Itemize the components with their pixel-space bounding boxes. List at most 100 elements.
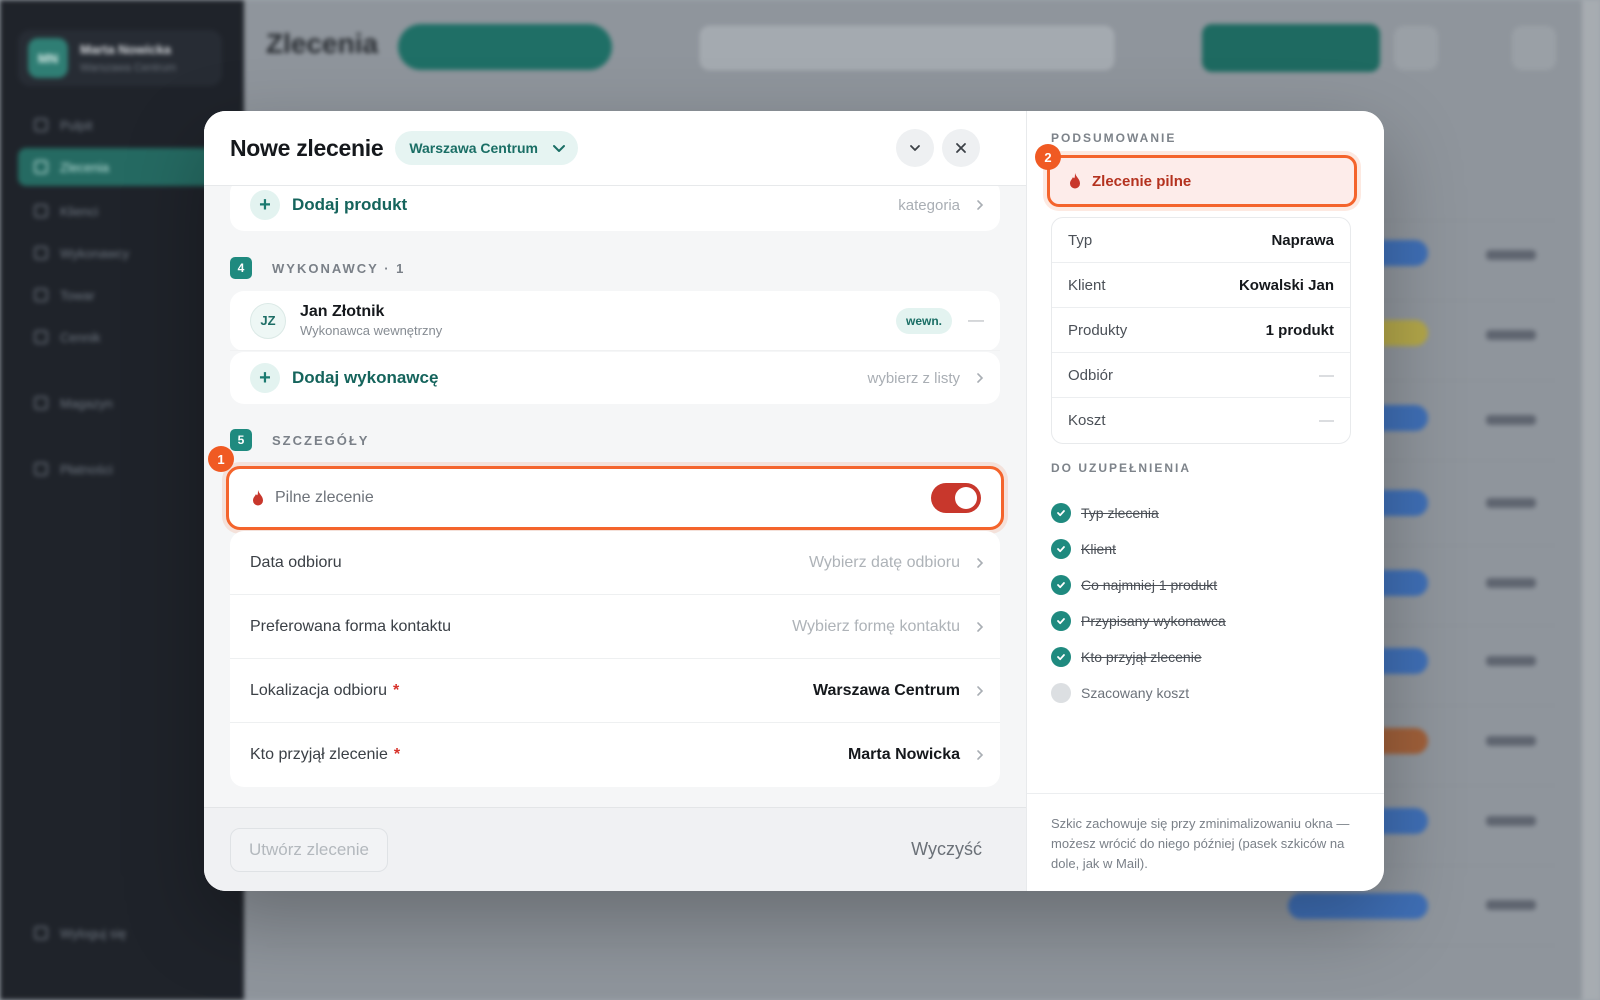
chevron-right-icon	[960, 372, 1000, 384]
create-order-button[interactable]: Utwórz zlecenie	[230, 827, 388, 872]
summary-key: Produkty	[1068, 321, 1128, 339]
summary-row: Koszt —	[1052, 398, 1350, 443]
price-cell	[1486, 736, 1536, 746]
page-scrollbar[interactable]	[1582, 0, 1600, 1000]
required-mark: *	[392, 681, 400, 699]
summary-row: Typ Naprawa	[1052, 218, 1350, 263]
worker-row[interactable]: JZ Jan Złotnik Wykonawca wewnętrzny wewn…	[230, 291, 1000, 351]
chevron-right-icon	[960, 557, 1000, 569]
todo-item: Szacowany koszt	[1051, 675, 1226, 711]
summary-value: 1 produkt	[1265, 321, 1334, 339]
chevron-right-icon	[960, 749, 1000, 761]
todo-text: Klient	[1081, 541, 1117, 557]
user-name: Marta Nowicka	[80, 42, 172, 57]
chevron-right-icon	[960, 621, 1000, 633]
section-number: 4	[230, 257, 252, 279]
avatar: MN	[28, 38, 68, 78]
summary-value: Naprawa	[1271, 231, 1334, 249]
todo-text: Szacowany koszt	[1081, 685, 1190, 701]
box-icon	[34, 288, 48, 302]
tag-icon	[34, 330, 48, 344]
summary-key: Typ	[1068, 231, 1093, 249]
details-card: Data odbioru Wybierz datę odbioru Prefer…	[230, 531, 1000, 787]
minimize-button[interactable]	[896, 129, 934, 167]
worker-name: Jan Złotnik	[300, 303, 385, 320]
location-select-value: Warszawa Centrum	[409, 140, 538, 156]
chevron-right-icon	[960, 685, 1000, 697]
worker-type-badge: wewn.	[895, 307, 952, 334]
check-icon	[1051, 575, 1071, 595]
plus-icon: +	[250, 190, 280, 220]
summary-key: Klient	[1068, 276, 1106, 294]
close-icon	[956, 143, 966, 153]
modal-title: Nowe zlecenie	[230, 134, 384, 161]
annotation-marker: 2	[1035, 144, 1061, 170]
remove-worker-button[interactable]: —	[952, 312, 1000, 330]
plus-icon: +	[250, 363, 280, 393]
new-order-button[interactable]	[1202, 24, 1380, 72]
detail-value: Marta Nowicka	[847, 746, 960, 763]
chevron-down-icon	[552, 145, 565, 152]
section-number: 5	[230, 429, 252, 451]
urgent-order-row[interactable]: Pilne zlecenie	[226, 466, 1004, 530]
user-icon[interactable]	[1512, 26, 1556, 70]
todo-item: Kto przyjął zlecenie	[1051, 639, 1226, 675]
todo-text: Co najmniej 1 produkt	[1081, 577, 1218, 593]
pickup-location-row[interactable]: Lokalizacja odbioru * Warszawa Centrum	[230, 659, 1000, 723]
section-label: WYKONAWCY · 1	[272, 260, 406, 276]
warehouse-icon	[34, 396, 48, 410]
logout-icon	[34, 926, 48, 940]
add-worker-button[interactable]: + Dodaj wykonawcę wybierz z listy	[230, 352, 1000, 404]
section-label: SZCZEGÓŁY	[272, 432, 370, 448]
todo-text: Typ zlecenia	[1081, 505, 1159, 521]
received-by-row[interactable]: Kto przyjął zlecenie * Marta Nowicka	[230, 723, 1000, 787]
summary-table: Typ Naprawa Klient Kowalski Jan Produkty 1 …	[1051, 217, 1351, 444]
user-location: Warszawa Centrum	[80, 62, 177, 74]
check-icon	[1051, 539, 1071, 559]
contact-form-row[interactable]: Preferowana forma kontaktu Wybierz formę…	[230, 595, 1000, 659]
pickup-date-row[interactable]: Data odbioru Wybierz datę odbioru	[230, 531, 1000, 595]
page-title: Zlecenia	[266, 28, 379, 59]
summary-row: Produkty 1 produkt	[1052, 308, 1350, 353]
detail-value: Warszawa Centrum	[813, 681, 960, 699]
urgent-toggle[interactable]	[931, 483, 981, 513]
annotation-marker: 1	[208, 446, 234, 472]
todo-text: Przypisany wykonawca	[1081, 613, 1226, 629]
location-selector[interactable]	[398, 24, 612, 70]
add-product-card: + Dodaj produkt kategoria	[230, 179, 1000, 231]
workers-card: JZ Jan Złotnik Wykonawca wewnętrzny wewn…	[230, 291, 1000, 351]
price-cell	[1486, 578, 1536, 588]
order-form: Nowe zlecenie Warszawa Centrum + Dodaj p…	[204, 111, 1026, 891]
logout-link[interactable]: Wyloguj się	[18, 914, 238, 952]
add-product-button[interactable]: + Dodaj produkt kategoria	[230, 179, 1000, 231]
detail-label: Kto przyjął zlecenie	[250, 746, 388, 763]
check-icon	[1051, 611, 1071, 631]
orders-icon	[34, 160, 48, 174]
price-cell	[1486, 498, 1536, 508]
calendar-icon[interactable]	[1394, 26, 1438, 70]
todo-item: Co najmniej 1 produkt	[1051, 567, 1226, 603]
modal-footer: Utwórz zlecenie Wyczyść	[204, 807, 1026, 891]
check-icon	[1051, 647, 1071, 667]
clear-button[interactable]: Wyczyść	[911, 839, 982, 860]
price-cell	[1486, 816, 1536, 826]
pending-icon	[1051, 683, 1071, 703]
summary-key: Koszt	[1068, 412, 1106, 429]
summary-row: Klient Kowalski Jan	[1052, 263, 1350, 308]
summary-key: Odbiór	[1068, 366, 1114, 384]
todo-item: Typ zlecenia	[1051, 495, 1226, 531]
detail-value: Wybierz datę odbioru	[808, 553, 960, 571]
summary-row: Odbiór —	[1052, 353, 1350, 398]
summary-heading: PODSUMOWANIE	[1051, 131, 1177, 145]
chevron-down-icon	[910, 145, 920, 151]
flame-icon	[1070, 173, 1080, 189]
search-input[interactable]	[700, 26, 1114, 70]
home-icon	[34, 118, 48, 132]
close-button[interactable]	[942, 129, 980, 167]
summary-value: —	[1319, 366, 1334, 384]
section-workers-header: 4 WYKONAWCY · 1	[230, 257, 405, 279]
user-card[interactable]: MN Marta Nowicka Warszawa Centrum	[18, 30, 222, 86]
worker-role: Wykonawca wewnętrzny	[300, 323, 443, 338]
location-select[interactable]: Warszawa Centrum	[395, 131, 578, 165]
required-mark: *	[393, 746, 401, 763]
